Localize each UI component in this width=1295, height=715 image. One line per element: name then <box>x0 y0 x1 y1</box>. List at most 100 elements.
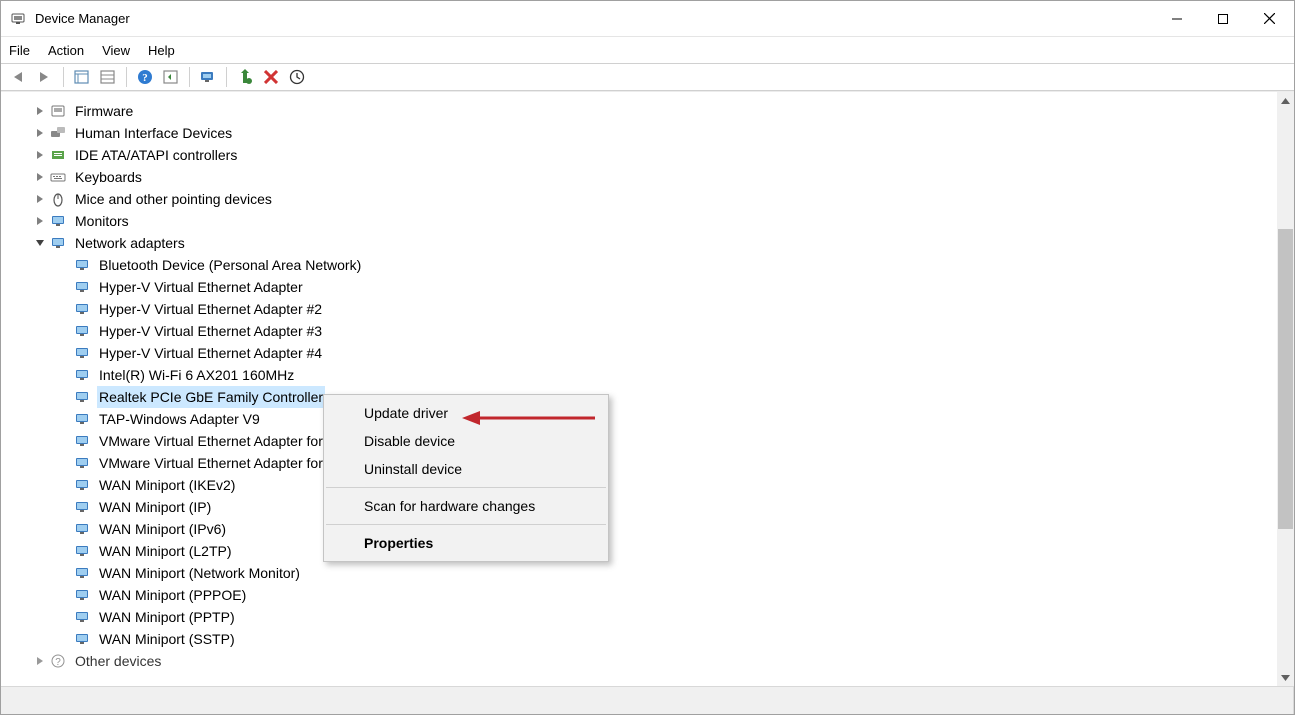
close-button[interactable] <box>1246 1 1292 37</box>
adapter-icon <box>73 608 91 626</box>
titlebar: Device Manager <box>1 1 1294 37</box>
menu-disable-device[interactable]: Disable device <box>324 427 608 455</box>
maximize-button[interactable] <box>1200 1 1246 37</box>
menu-action[interactable]: Action <box>48 43 84 58</box>
adapter-icon <box>73 454 91 472</box>
monitor-icon <box>49 212 67 230</box>
svg-text:?: ? <box>142 72 148 84</box>
tree-device[interactable]: Hyper-V Virtual Ethernet Adapter #2 <box>15 298 1276 320</box>
tree-device[interactable]: Bluetooth Device (Personal Area Network) <box>15 254 1276 276</box>
tree-device[interactable]: Hyper-V Virtual Ethernet Adapter #3 <box>15 320 1276 342</box>
adapter-icon <box>73 344 91 362</box>
disable-icon[interactable] <box>285 65 309 89</box>
tree-device[interactable]: Hyper-V Virtual Ethernet Adapter <box>15 276 1276 298</box>
expand-icon[interactable] <box>33 214 47 228</box>
back-button[interactable] <box>7 65 31 89</box>
scan-hardware-icon[interactable] <box>196 65 220 89</box>
statusbar <box>1 686 1294 714</box>
show-hidden-icon[interactable] <box>70 65 94 89</box>
tree-device[interactable]: WAN Miniport (L2TP) <box>15 540 1276 562</box>
tree-device-selected[interactable]: Realtek PCIe GbE Family Controller <box>15 386 1276 408</box>
keyboard-icon <box>49 168 67 186</box>
expand-icon[interactable] <box>33 170 47 184</box>
list-icon[interactable] <box>96 65 120 89</box>
menu-scan-hardware[interactable]: Scan for hardware changes <box>324 492 608 520</box>
adapter-icon <box>73 388 91 406</box>
adapter-icon <box>73 322 91 340</box>
help-icon[interactable]: ? <box>133 65 157 89</box>
adapter-icon <box>73 366 91 384</box>
menu-uninstall-device[interactable]: Uninstall device <box>324 455 608 483</box>
action-icon[interactable] <box>159 65 183 89</box>
tree-category[interactable]: Keyboards <box>15 166 1276 188</box>
expand-icon[interactable] <box>33 654 47 668</box>
ide-icon <box>49 146 67 164</box>
network-icon <box>49 234 67 252</box>
scroll-down-icon[interactable] <box>1277 669 1294 686</box>
tree-device[interactable]: VMware Virtual Ethernet Adapter for VMne… <box>15 430 1276 452</box>
tree-device[interactable]: WAN Miniport (IPv6) <box>15 518 1276 540</box>
menu-properties[interactable]: Properties <box>324 529 608 557</box>
expand-icon[interactable] <box>33 148 47 162</box>
menu-help[interactable]: Help <box>148 43 175 58</box>
tree-device[interactable]: WAN Miniport (IP) <box>15 496 1276 518</box>
tree-device[interactable]: Intel(R) Wi-Fi 6 AX201 160MHz <box>15 364 1276 386</box>
expand-icon[interactable] <box>33 126 47 140</box>
adapter-icon <box>73 498 91 516</box>
tree-category[interactable]: Firmware <box>15 100 1276 122</box>
other-icon: ? <box>49 652 67 670</box>
adapter-icon <box>73 630 91 648</box>
tree-category[interactable]: ? Other devices <box>15 650 1276 672</box>
uninstall-icon[interactable] <box>259 65 283 89</box>
adapter-icon <box>73 432 91 450</box>
adapter-icon <box>73 300 91 318</box>
toolbar: ? <box>1 63 1294 91</box>
svg-text:?: ? <box>55 657 61 668</box>
update-driver-icon[interactable] <box>233 65 257 89</box>
adapter-icon <box>73 520 91 538</box>
tree-device[interactable]: WAN Miniport (Network Monitor) <box>15 562 1276 584</box>
tree-category[interactable]: Monitors <box>15 210 1276 232</box>
tree-category[interactable]: Network adapters <box>15 232 1276 254</box>
minimize-button[interactable] <box>1154 1 1200 37</box>
tree-category[interactable]: IDE ATA/ATAPI controllers <box>15 144 1276 166</box>
collapse-icon[interactable] <box>33 236 47 250</box>
tree-device[interactable]: VMware Virtual Ethernet Adapter for VMne… <box>15 452 1276 474</box>
tree-category[interactable]: Mice and other pointing devices <box>15 188 1276 210</box>
expand-icon[interactable] <box>33 104 47 118</box>
app-icon <box>9 10 27 28</box>
tree-device[interactable]: WAN Miniport (PPTP) <box>15 606 1276 628</box>
context-menu: Update driver Disable device Uninstall d… <box>323 394 609 562</box>
menu-file[interactable]: File <box>9 43 30 58</box>
window-title: Device Manager <box>35 11 130 26</box>
scroll-up-icon[interactable] <box>1277 92 1294 109</box>
adapter-icon <box>73 476 91 494</box>
firmware-icon <box>49 102 67 120</box>
forward-button[interactable] <box>33 65 57 89</box>
adapter-icon <box>73 256 91 274</box>
menu-update-driver[interactable]: Update driver <box>324 399 608 427</box>
scrollbar-track[interactable] <box>1277 109 1294 669</box>
adapter-icon <box>73 410 91 428</box>
tree-device[interactable]: WAN Miniport (SSTP) <box>15 628 1276 650</box>
expand-icon[interactable] <box>33 192 47 206</box>
scrollbar-thumb[interactable] <box>1278 229 1293 529</box>
tree-device[interactable]: Hyper-V Virtual Ethernet Adapter #4 <box>15 342 1276 364</box>
adapter-icon <box>73 542 91 560</box>
menubar: File Action View Help <box>1 37 1294 63</box>
tree-category[interactable]: Human Interface Devices <box>15 122 1276 144</box>
hid-icon <box>49 124 67 142</box>
tree-device[interactable]: WAN Miniport (IKEv2) <box>15 474 1276 496</box>
menu-separator <box>326 487 606 488</box>
device-tree[interactable]: Firmware Human Interface Devices IDE ATA… <box>5 96 1276 686</box>
tree-device[interactable]: WAN Miniport (PPPOE) <box>15 584 1276 606</box>
mouse-icon <box>49 190 67 208</box>
menu-view[interactable]: View <box>102 43 130 58</box>
adapter-icon <box>73 278 91 296</box>
menu-separator <box>326 524 606 525</box>
tree-device[interactable]: TAP-Windows Adapter V9 <box>15 408 1276 430</box>
adapter-icon <box>73 564 91 582</box>
vertical-scrollbar[interactable] <box>1277 92 1294 686</box>
status-panel <box>1 687 1294 714</box>
content-area: Firmware Human Interface Devices IDE ATA… <box>1 91 1294 686</box>
